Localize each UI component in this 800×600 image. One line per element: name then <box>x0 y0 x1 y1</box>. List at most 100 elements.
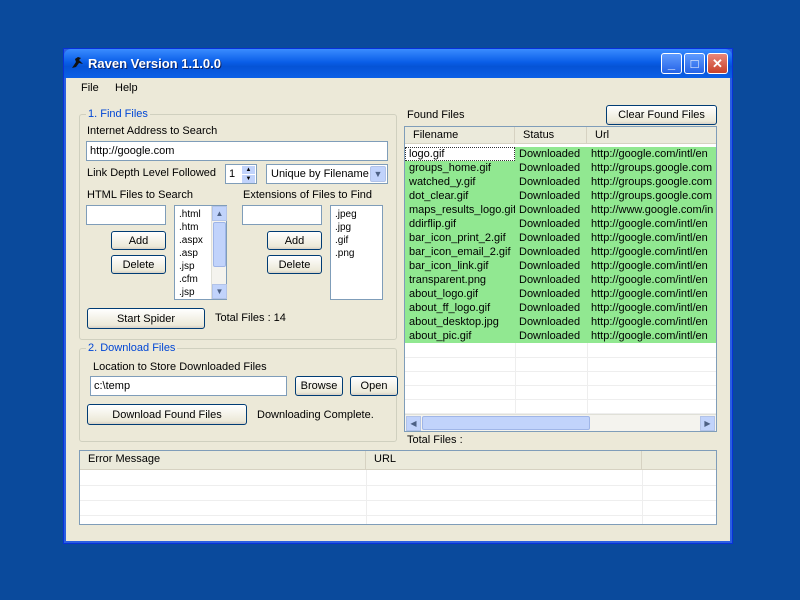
total-files-text: Total Files : 14 <box>215 312 286 324</box>
address-input[interactable] <box>86 141 388 161</box>
find-files-group: 1. Find Files Internet Address to Search… <box>79 108 397 340</box>
scroll-thumb[interactable] <box>213 222 226 267</box>
cell-url: http://www.google.com/in <box>587 203 716 217</box>
cell-status: Downloaded <box>515 315 587 329</box>
cell-filename: about_pic.gif <box>405 329 515 343</box>
table-row[interactable]: bar_icon_email_2.gif Downloaded http://goo… <box>405 245 716 259</box>
menu-help[interactable]: Help <box>115 82 138 94</box>
scroll-down-icon[interactable]: ▼ <box>212 284 227 299</box>
cell-url: http://google.com/intl/en <box>587 245 716 259</box>
cell-status: Downloaded <box>515 189 587 203</box>
cell-filename: dot_clear.gif <box>405 189 515 203</box>
cell-url: http://groups.google.com <box>587 189 716 203</box>
depth-spinner[interactable]: 1 ▲ ▼ <box>225 164 257 184</box>
cell-filename: groups_home.gif <box>405 161 515 175</box>
html-list-scrollbar[interactable]: ▲ ▼ <box>211 206 227 299</box>
download-status-text: Downloading Complete. <box>257 409 374 421</box>
html-files-label: HTML Files to Search <box>87 189 193 201</box>
cell-filename: bar_icon_print_2.gif <box>405 231 515 245</box>
raven-icon <box>72 57 83 68</box>
filter-value: Unique by Filename <box>271 168 369 180</box>
scroll-up-icon[interactable]: ▲ <box>212 206 227 221</box>
client-area: 1. Find Files Internet Address to Search… <box>67 100 729 540</box>
cell-status: Downloaded <box>515 231 587 245</box>
table-row[interactable]: groups_home.gif Downloaded http://groups.g… <box>405 161 716 175</box>
table-row[interactable]: about_ff_logo.gif Downloaded http://google… <box>405 301 716 315</box>
spin-up-icon[interactable]: ▲ <box>242 166 255 174</box>
find-files-legend: 1. Find Files <box>86 108 150 120</box>
download-found-files-button[interactable]: Download Found Files <box>87 404 247 425</box>
extension-list-item[interactable]: .png <box>331 247 382 260</box>
close-button[interactable]: ✕ <box>707 53 728 74</box>
minimize-button[interactable]: _ <box>661 53 682 74</box>
error-grid[interactable]: Error Message URL <box>79 450 717 525</box>
col-header-error-url[interactable]: URL <box>366 451 642 470</box>
browse-button[interactable]: Browse <box>295 376 343 396</box>
table-row[interactable]: about_desktop.jpg Downloaded http://google… <box>405 315 716 329</box>
filter-combo[interactable]: Unique by Filename ▼ <box>266 164 388 184</box>
cell-url: http://google.com/intl/en <box>587 217 716 231</box>
table-row[interactable]: bar_icon_link.gif Downloaded http://google… <box>405 259 716 273</box>
error-row-divider <box>80 515 716 516</box>
table-row[interactable]: ddirflip.gif Downloaded http://google.com/… <box>405 217 716 231</box>
table-row[interactable]: bar_icon_print_2.gif Downloaded http://goo… <box>405 231 716 245</box>
open-button[interactable]: Open <box>350 376 398 396</box>
cell-filename: logo.gif <box>405 147 515 161</box>
table-row[interactable]: transparent.png Downloaded http://google.c… <box>405 273 716 287</box>
table-row[interactable]: logo.gif Downloaded http://google.com/intl… <box>405 147 716 161</box>
cell-filename: maps_results_logo.gif <box>405 203 515 217</box>
hscroll-thumb[interactable] <box>422 416 590 430</box>
start-spider-button[interactable]: Start Spider <box>87 308 205 329</box>
maximize-button[interactable]: □ <box>684 53 705 74</box>
cell-status: Downloaded <box>515 259 587 273</box>
cell-filename: bar_icon_email_2.gif <box>405 245 515 259</box>
cell-url: http://google.com/intl/en <box>587 147 716 161</box>
cell-url: http://google.com/intl/en <box>587 231 716 245</box>
scroll-left-icon[interactable]: ◀ <box>406 416 421 431</box>
extension-input[interactable] <box>242 205 322 225</box>
extension-list-item[interactable]: .jpg <box>331 221 382 234</box>
download-files-legend: 2. Download Files <box>86 342 178 354</box>
table-row[interactable]: about_logo.gif Downloaded http://google.co… <box>405 287 716 301</box>
html-file-input[interactable] <box>86 205 166 225</box>
extensions-list[interactable]: .jpeg .jpg .gif .png <box>330 205 383 300</box>
menu-file[interactable]: File <box>81 82 99 94</box>
grid-hscrollbar[interactable]: ◀ ▶ <box>405 414 716 431</box>
depth-label: Link Depth Level Followed <box>87 167 217 179</box>
location-input[interactable] <box>90 376 287 396</box>
cell-url: http://google.com/intl/en <box>587 329 716 343</box>
ext-add-button[interactable]: Add <box>267 231 322 250</box>
clear-found-files-button[interactable]: Clear Found Files <box>606 105 717 125</box>
html-add-button[interactable]: Add <box>111 231 166 250</box>
cell-url: http://groups.google.com <box>587 175 716 189</box>
cell-filename: transparent.png <box>405 273 515 287</box>
ext-delete-button[interactable]: Delete <box>267 255 322 274</box>
spin-down-icon[interactable]: ▼ <box>242 175 255 183</box>
cell-status: Downloaded <box>515 273 587 287</box>
minimize-icon: _ <box>667 56 676 71</box>
extensions-label: Extensions of Files to Find <box>243 189 373 201</box>
menu-bar: File Help <box>67 78 729 100</box>
col-header-error-message[interactable]: Error Message <box>80 451 366 470</box>
chevron-down-icon[interactable]: ▼ <box>370 166 386 182</box>
cell-url: http://groups.google.com <box>587 161 716 175</box>
table-row[interactable]: dot_clear.gif Downloaded http://groups.goo… <box>405 189 716 203</box>
cell-filename: watched_y.gif <box>405 175 515 189</box>
html-files-list[interactable]: .html .htm .aspx .asp .jsp .cfm .jsp ▲ ▼ <box>174 205 227 300</box>
found-files-grid[interactable]: Filename Status Url logo.gif Downloaded ht… <box>404 126 717 432</box>
col-header-url[interactable]: Url <box>587 127 716 144</box>
extension-list-item[interactable]: .gif <box>331 234 382 247</box>
cell-status: Downloaded <box>515 147 587 161</box>
table-row[interactable]: watched_y.gif Downloaded http://groups.goo… <box>405 175 716 189</box>
scroll-right-icon[interactable]: ▶ <box>700 416 715 431</box>
extension-list-item[interactable]: .jpeg <box>331 208 382 221</box>
table-row[interactable]: about_pic.gif Downloaded http://google.com… <box>405 329 716 343</box>
col-header-filename[interactable]: Filename <box>405 127 515 144</box>
table-row[interactable]: maps_results_logo.gif Downloaded http://ww… <box>405 203 716 217</box>
cell-status: Downloaded <box>515 161 587 175</box>
html-delete-button[interactable]: Delete <box>111 255 166 274</box>
location-label: Location to Store Downloaded Files <box>93 361 267 373</box>
cell-filename: ddirflip.gif <box>405 217 515 231</box>
col-header-status[interactable]: Status <box>515 127 587 144</box>
title-bar[interactable]: Raven Version 1.1.0.0 _ □ ✕ <box>64 49 732 78</box>
